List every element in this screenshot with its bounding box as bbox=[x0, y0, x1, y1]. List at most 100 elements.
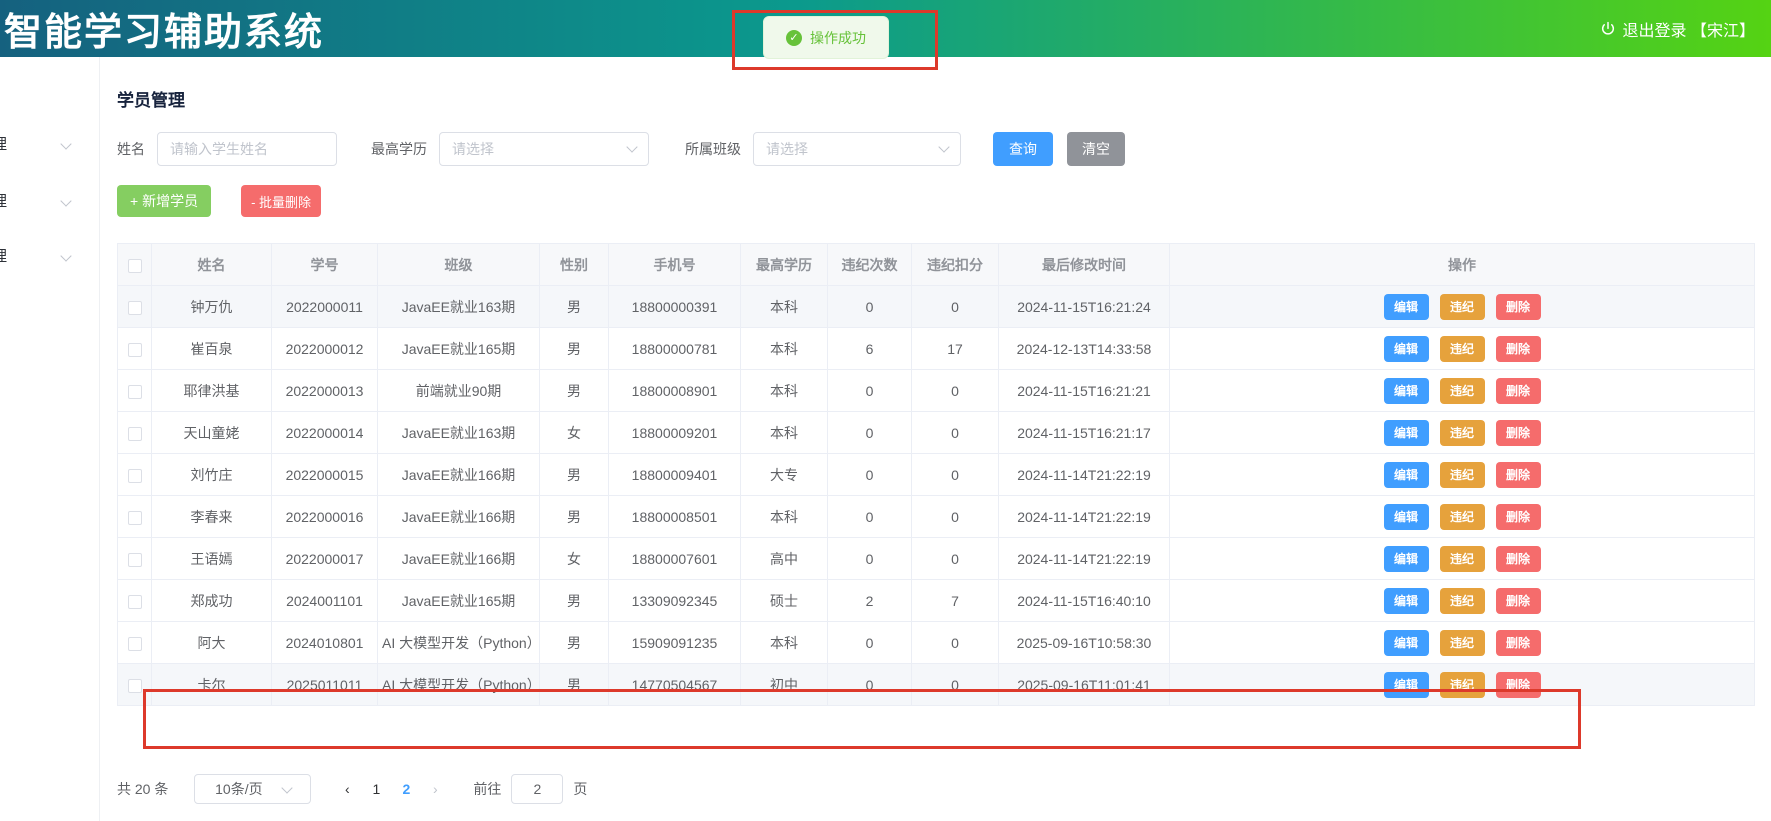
col-header-gender: 性别 bbox=[539, 243, 609, 286]
row-checkbox[interactable] bbox=[127, 510, 142, 525]
cell-deduction: 7 bbox=[911, 579, 999, 622]
table-row: 天山童姥 2022000014 JavaEE就业163期女 18800009201 本科… bbox=[117, 411, 1755, 454]
row-checkbox[interactable] bbox=[127, 384, 142, 399]
table-row: 郑成功 2024001101 JavaEE就业165期男 13309092345 硕士 2… bbox=[117, 579, 1755, 622]
sidebar-item-1[interactable]: 理 bbox=[0, 128, 99, 158]
main-content: 学员管理 姓名 最高学历 请选择 所属班级 请选择 查询 清空 + 新增学员 -… bbox=[100, 57, 1771, 821]
row-action-edit-button[interactable]: 编辑 bbox=[1383, 587, 1429, 614]
row-action-violation-button[interactable]: 违纪 bbox=[1439, 293, 1485, 320]
cell-edu: 本科 bbox=[740, 411, 828, 454]
row-action-edit-button[interactable]: 编辑 bbox=[1383, 503, 1429, 530]
row-action-delete-button[interactable]: 删除 bbox=[1495, 545, 1541, 572]
cell-deduction: 0 bbox=[911, 495, 999, 538]
row-action-edit-button[interactable]: 编辑 bbox=[1383, 629, 1429, 656]
row-action-edit-button[interactable]: 编辑 bbox=[1383, 419, 1429, 446]
name-filter-input[interactable] bbox=[157, 132, 337, 166]
next-page-button[interactable]: › bbox=[421, 781, 449, 797]
row-action-delete-button[interactable]: 删除 bbox=[1495, 587, 1541, 614]
select-all-checkbox[interactable] bbox=[127, 258, 142, 273]
page-size-select[interactable]: 10条/页 bbox=[194, 774, 312, 804]
cell-phone: 18800009401 bbox=[608, 453, 741, 496]
row-checkbox[interactable] bbox=[127, 342, 142, 357]
row-action-violation-button[interactable]: 违纪 bbox=[1439, 545, 1485, 572]
table-row: 阿大 2024010801 AI 大模型开发（Python）男 15909091235… bbox=[117, 621, 1755, 664]
chevron-down-icon bbox=[60, 250, 72, 262]
row-action-delete-button[interactable]: 删除 bbox=[1495, 503, 1541, 530]
cell-edu: 本科 bbox=[740, 369, 828, 412]
row-action-delete-button[interactable]: 删除 bbox=[1495, 629, 1541, 656]
cell-sid: 2025011011 bbox=[271, 663, 378, 706]
row-action-edit-button[interactable]: 编辑 bbox=[1383, 671, 1429, 698]
clear-button[interactable]: 清空 bbox=[1067, 132, 1125, 166]
power-icon bbox=[1600, 21, 1616, 37]
row-action-violation-button[interactable]: 违纪 bbox=[1439, 671, 1485, 698]
row-action-edit-button[interactable]: 编辑 bbox=[1383, 293, 1429, 320]
filter-bar: 姓名 最高学历 请选择 所属班级 请选择 查询 清空 bbox=[117, 131, 1125, 167]
goto-page-input[interactable] bbox=[511, 774, 564, 804]
row-operations-cell: 编辑 违纪 删除 bbox=[1169, 579, 1755, 622]
cell-edu: 本科 bbox=[740, 327, 828, 370]
cell-modified: 2025-09-16T10:58:30 bbox=[998, 621, 1170, 664]
page-number-1[interactable]: 1 bbox=[361, 781, 391, 797]
row-action-delete-button[interactable]: 删除 bbox=[1495, 461, 1541, 488]
row-checkbox[interactable] bbox=[127, 426, 142, 441]
row-checkbox[interactable] bbox=[127, 678, 142, 693]
cell-modified: 2024-11-14T21:22:19 bbox=[998, 537, 1170, 580]
row-action-delete-button[interactable]: 删除 bbox=[1495, 377, 1541, 404]
cell-edu: 本科 bbox=[740, 285, 828, 328]
cell-clazz: JavaEE就业166期 bbox=[377, 453, 540, 496]
row-action-edit-button[interactable]: 编辑 bbox=[1383, 377, 1429, 404]
row-checkbox[interactable] bbox=[127, 552, 142, 567]
sidebar: 理 理 理 bbox=[0, 57, 100, 821]
cell-deduction: 0 bbox=[911, 621, 999, 664]
row-action-violation-button[interactable]: 违纪 bbox=[1439, 629, 1485, 656]
cell-sid: 2022000013 bbox=[271, 369, 378, 412]
add-student-button[interactable]: + 新增学员 bbox=[117, 185, 212, 217]
row-action-edit-button[interactable]: 编辑 bbox=[1383, 461, 1429, 488]
row-action-violation-button[interactable]: 违纪 bbox=[1439, 461, 1485, 488]
cell-modified: 2024-11-14T21:22:19 bbox=[998, 495, 1170, 538]
cell-gender: 男 bbox=[539, 621, 609, 664]
batch-delete-button[interactable]: - 批量删除 bbox=[241, 185, 322, 217]
row-action-violation-button[interactable]: 违纪 bbox=[1439, 503, 1485, 530]
cell-clazz: JavaEE就业163期 bbox=[377, 411, 540, 454]
row-checkbox[interactable] bbox=[127, 468, 142, 483]
row-action-delete-button[interactable]: 删除 bbox=[1495, 671, 1541, 698]
education-select-placeholder: 请选择 bbox=[452, 141, 494, 157]
class-filter-select[interactable]: 请选择 bbox=[753, 132, 961, 166]
col-header-modified-time: 最后修改时间 bbox=[998, 243, 1170, 286]
row-action-violation-button[interactable]: 违纪 bbox=[1439, 335, 1485, 362]
cell-modified: 2024-11-15T16:21:21 bbox=[998, 369, 1170, 412]
row-action-violation-button[interactable]: 违纪 bbox=[1439, 587, 1485, 614]
row-checkbox[interactable] bbox=[127, 300, 142, 315]
cell-sid: 2024001101 bbox=[271, 579, 378, 622]
name-filter-label: 姓名 bbox=[117, 141, 145, 157]
cell-gender: 男 bbox=[539, 663, 609, 706]
prev-page-button[interactable]: ‹ bbox=[333, 781, 361, 797]
page-number-2[interactable]: 2 bbox=[391, 781, 421, 797]
col-header-operations: 操作 bbox=[1169, 243, 1755, 286]
app-title: 智能学习辅助系统 bbox=[4, 9, 325, 54]
row-action-delete-button[interactable]: 删除 bbox=[1495, 419, 1541, 446]
search-button[interactable]: 查询 bbox=[993, 132, 1053, 166]
cell-edu: 本科 bbox=[740, 495, 828, 538]
sidebar-item-2[interactable]: 理 bbox=[0, 185, 99, 215]
class-filter-label: 所属班级 bbox=[685, 141, 741, 157]
row-action-edit-button[interactable]: 编辑 bbox=[1383, 335, 1429, 362]
education-filter-select[interactable]: 请选择 bbox=[439, 132, 649, 166]
row-action-delete-button[interactable]: 删除 bbox=[1495, 335, 1541, 362]
sidebar-item-3[interactable]: 理 bbox=[0, 240, 99, 270]
row-checkbox[interactable] bbox=[127, 636, 142, 651]
logout-button[interactable]: 退出登录 【宋江】 bbox=[1600, 0, 1755, 57]
row-action-violation-button[interactable]: 违纪 bbox=[1439, 377, 1485, 404]
action-bar: + 新增学员 - 批量删除 bbox=[117, 185, 322, 217]
cell-sid: 2022000012 bbox=[271, 327, 378, 370]
col-header-name: 姓名 bbox=[151, 243, 272, 286]
row-checkbox[interactable] bbox=[127, 594, 142, 609]
chevron-down-icon bbox=[280, 781, 293, 794]
row-action-delete-button[interactable]: 删除 bbox=[1495, 293, 1541, 320]
row-operations-cell: 编辑 违纪 删除 bbox=[1169, 285, 1755, 328]
row-action-edit-button[interactable]: 编辑 bbox=[1383, 545, 1429, 572]
col-header-student-id: 学号 bbox=[271, 243, 378, 286]
row-action-violation-button[interactable]: 违纪 bbox=[1439, 419, 1485, 446]
